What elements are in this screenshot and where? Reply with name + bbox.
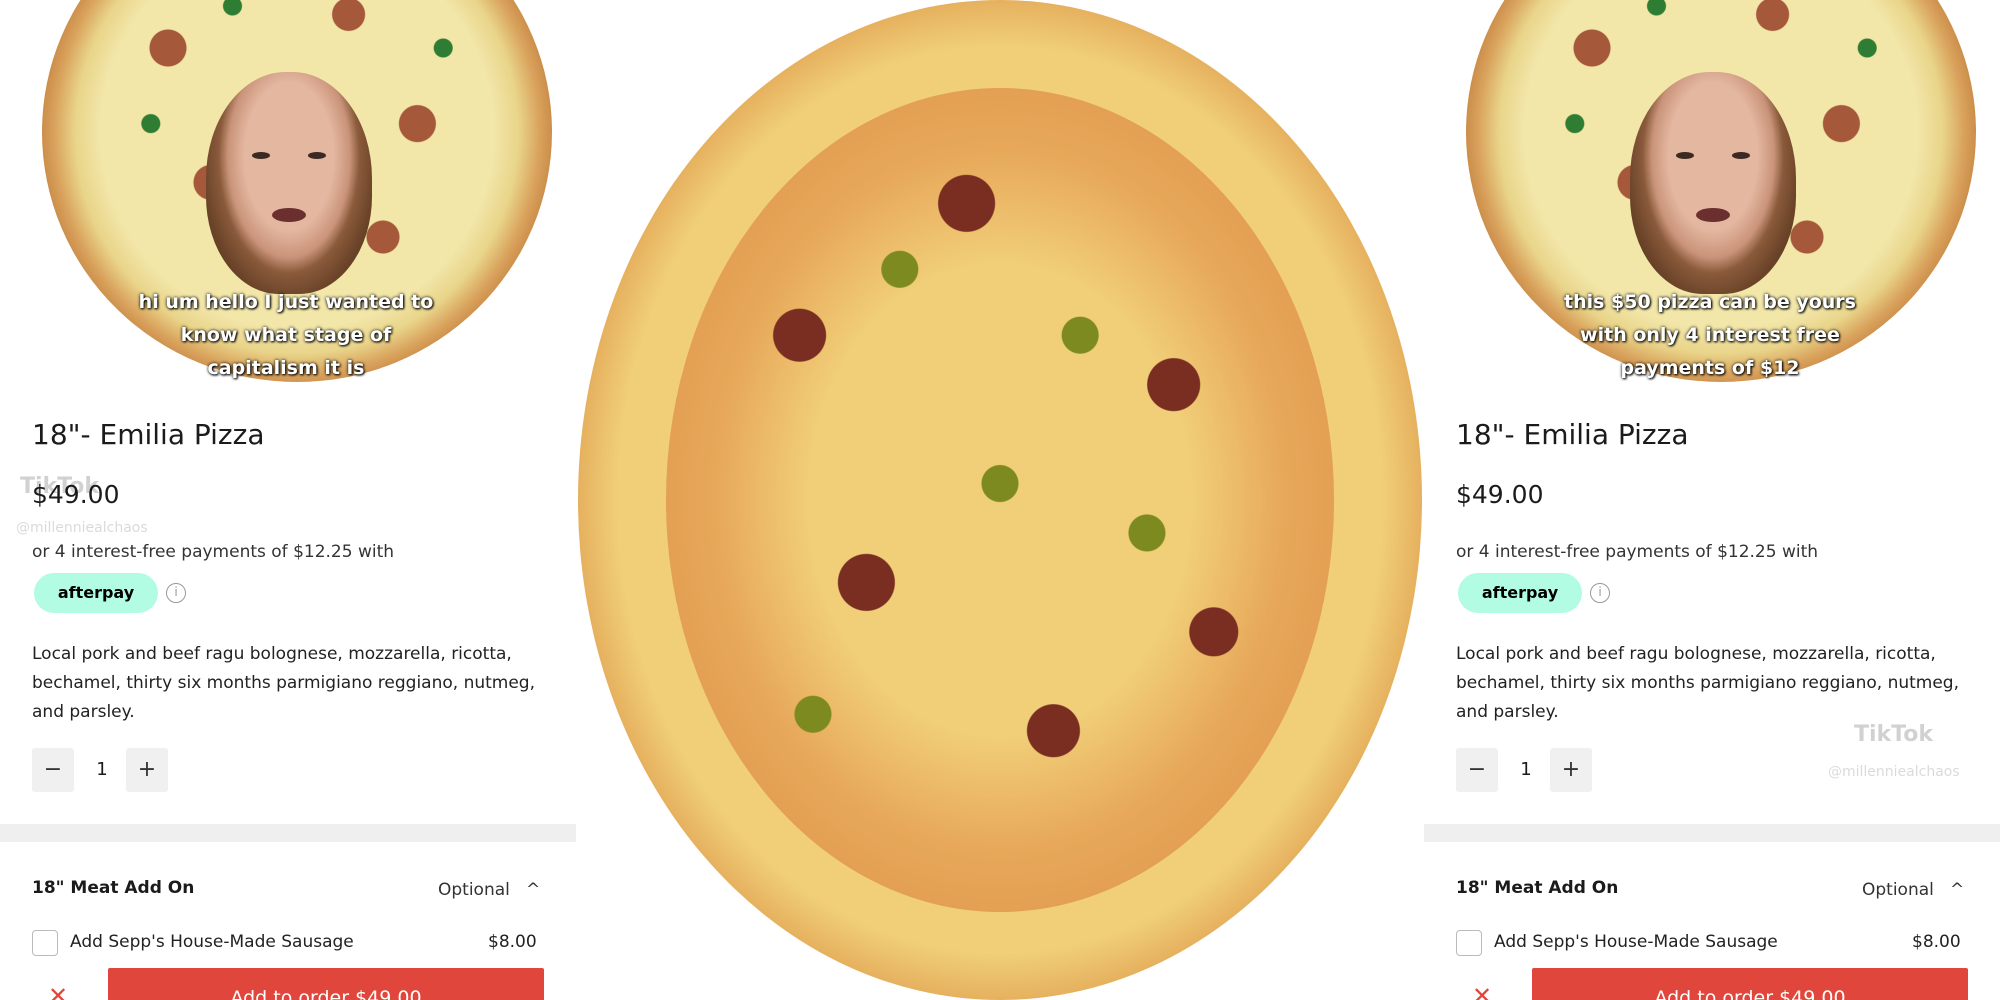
installments-text: or 4 interest-free payments of $12.25 wi… — [1456, 542, 1819, 562]
tiktok-logo-watermark: TikTok — [1854, 722, 1934, 747]
mouth-icon — [1696, 208, 1730, 222]
quantity-value: 1 — [1520, 759, 1532, 780]
right-screenshot-panel: this $50 pizza can be yours with only 4 … — [1424, 0, 2000, 1000]
section-divider — [0, 824, 576, 842]
video-caption: hi um hello I just wanted to know what s… — [96, 286, 476, 385]
product-title: 18"- Emilia Pizza — [32, 418, 265, 451]
close-icon[interactable]: ✕ — [1472, 982, 1492, 1000]
mouth-icon — [272, 208, 306, 222]
pizza-photo-large — [578, 0, 1422, 1000]
product-title: 18"- Emilia Pizza — [1456, 418, 1689, 451]
caption-line: this $50 pizza can be yours — [1564, 291, 1856, 313]
add-to-order-button[interactable]: Add to order $49.00 — [108, 968, 544, 1000]
product-description: Local pork and beef ragu bolognese, mozz… — [32, 644, 536, 722]
increase-quantity-button[interactable]: + — [126, 748, 168, 792]
close-icon[interactable]: ✕ — [48, 982, 68, 1000]
video-caption: this $50 pizza can be yours with only 4 … — [1520, 286, 1900, 385]
creator-face — [206, 72, 372, 294]
tiktok-handle-watermark: @millenniealchaos — [1828, 764, 1960, 780]
addon-section-title: 18" Meat Add On — [1456, 878, 1619, 898]
section-divider — [1424, 824, 2000, 842]
quantity-stepper: − 1 + — [1456, 748, 1598, 792]
add-to-order-button[interactable]: Add to order $49.00 — [1532, 968, 1968, 1000]
chevron-up-icon[interactable]: ^ — [526, 880, 540, 900]
info-icon[interactable]: i — [166, 583, 186, 603]
afterpay-badge[interactable]: afterpay — [1458, 573, 1582, 613]
center-pizza-panel — [576, 0, 1424, 1000]
caption-line: capitalism it is — [207, 357, 365, 379]
decrease-quantity-button[interactable]: − — [32, 748, 74, 792]
info-icon[interactable]: i — [1590, 583, 1610, 603]
addon-section-title: 18" Meat Add On — [32, 878, 195, 898]
caption-line: know what stage of — [180, 324, 392, 346]
chevron-up-icon[interactable]: ^ — [1950, 880, 1964, 900]
creator-face — [1630, 72, 1796, 294]
addon-optional-label: Optional — [438, 880, 510, 900]
eye-icon — [308, 152, 326, 159]
product-description: Local pork and beef ragu bolognese, mozz… — [1456, 644, 1960, 722]
tiktok-handle-watermark: @millenniealchaos — [16, 520, 148, 536]
addon-item-label: Add Sepp's House-Made Sausage — [70, 932, 354, 952]
addon-item-label: Add Sepp's House-Made Sausage — [1494, 932, 1778, 952]
product-price: $49.00 — [1456, 480, 1544, 509]
addon-item-price: $8.00 — [1912, 932, 1961, 952]
quantity-stepper: − 1 + — [32, 748, 174, 792]
increase-quantity-button[interactable]: + — [1550, 748, 1592, 792]
eye-icon — [252, 152, 270, 159]
addon-checkbox[interactable] — [1456, 930, 1482, 956]
afterpay-badge[interactable]: afterpay — [34, 573, 158, 613]
addon-item-price: $8.00 — [488, 932, 537, 952]
quantity-value: 1 — [96, 759, 108, 780]
eye-icon — [1732, 152, 1750, 159]
addon-optional-label: Optional — [1862, 880, 1934, 900]
installments-text: or 4 interest-free payments of $12.25 wi… — [32, 542, 395, 562]
addon-checkbox[interactable] — [32, 930, 58, 956]
caption-line: with only 4 interest free — [1580, 324, 1840, 346]
caption-line: payments of $12 — [1620, 357, 1800, 379]
tiktok-logo-watermark: TikTok — [20, 474, 100, 499]
eye-icon — [1676, 152, 1694, 159]
left-screenshot-panel: hi um hello I just wanted to know what s… — [0, 0, 576, 1000]
caption-line: hi um hello I just wanted to — [138, 291, 434, 313]
decrease-quantity-button[interactable]: − — [1456, 748, 1498, 792]
